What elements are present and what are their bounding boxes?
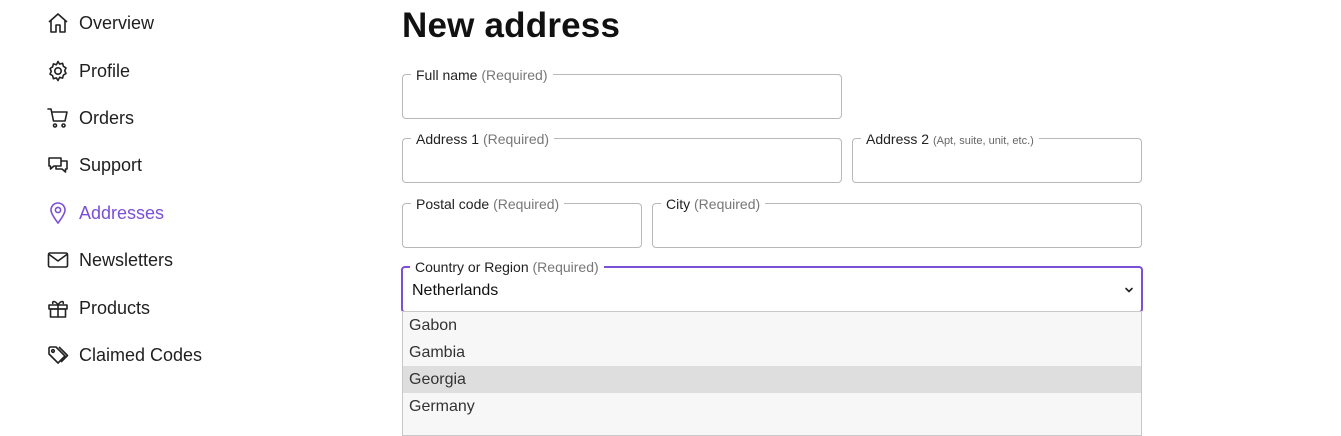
country-dropdown-list: Gabon Gambia Georgia Germany xyxy=(402,311,1142,436)
cart-icon xyxy=(46,106,70,130)
address2-field[interactable]: Address 2 (Apt, suite, unit, etc.) xyxy=(852,131,1142,183)
gear-icon xyxy=(46,59,70,83)
sidebar-item-label: Support xyxy=(79,154,143,175)
sidebar-item-support[interactable]: Support xyxy=(46,150,142,180)
sidebar-item-newsletters[interactable]: Newsletters xyxy=(46,245,173,275)
full-name-label: Full name (Required) xyxy=(411,67,553,83)
location-pin-icon xyxy=(46,201,70,225)
country-label: Country or Region (Required) xyxy=(410,259,604,275)
sidebar-item-claimed-codes[interactable]: Claimed Codes xyxy=(46,340,202,370)
sidebar-item-orders[interactable]: Orders xyxy=(46,103,134,133)
postal-code-label: Postal code (Required) xyxy=(411,196,565,212)
country-option-georgia[interactable]: Georgia xyxy=(403,366,1141,393)
country-option-gambia[interactable]: Gambia xyxy=(403,339,1141,366)
country-select[interactable]: Country or Region (Required) Netherlands xyxy=(401,259,1143,313)
page-title: New address xyxy=(402,6,621,45)
sidebar-item-label: Claimed Codes xyxy=(79,344,203,365)
chat-icon xyxy=(46,153,70,177)
gift-box-icon xyxy=(46,296,70,320)
address1-label: Address 1 (Required) xyxy=(411,131,555,147)
tag-icon xyxy=(46,343,70,367)
city-label: City (Required) xyxy=(661,196,766,212)
sidebar-item-label: Newsletters xyxy=(79,249,174,270)
city-field[interactable]: City (Required) xyxy=(652,196,1142,248)
country-selected-value: Netherlands xyxy=(412,282,499,299)
address2-label: Address 2 (Apt, suite, unit, etc.) xyxy=(861,131,1039,149)
sidebar-item-products[interactable]: Products xyxy=(46,293,150,323)
home-icon xyxy=(46,11,70,35)
postal-code-field[interactable]: Postal code (Required) xyxy=(402,196,642,248)
chevron-down-icon xyxy=(1123,283,1135,295)
sidebar-item-overview[interactable]: Overview xyxy=(46,8,154,38)
sidebar-item-profile[interactable]: Profile xyxy=(46,56,130,86)
address1-field[interactable]: Address 1 (Required) xyxy=(402,131,842,183)
sidebar-item-addresses[interactable]: Addresses xyxy=(46,198,164,228)
country-option-germany[interactable]: Germany xyxy=(403,393,1141,420)
sidebar-item-label: Addresses xyxy=(79,202,165,223)
sidebar-item-label: Overview xyxy=(79,12,155,33)
sidebar-item-label: Orders xyxy=(79,107,135,128)
mail-icon xyxy=(46,248,70,272)
full-name-field[interactable]: Full name (Required) xyxy=(402,67,842,119)
sidebar-item-label: Profile xyxy=(79,60,131,81)
country-option-gabon[interactable]: Gabon xyxy=(403,312,1141,339)
sidebar-item-label: Products xyxy=(79,297,151,318)
